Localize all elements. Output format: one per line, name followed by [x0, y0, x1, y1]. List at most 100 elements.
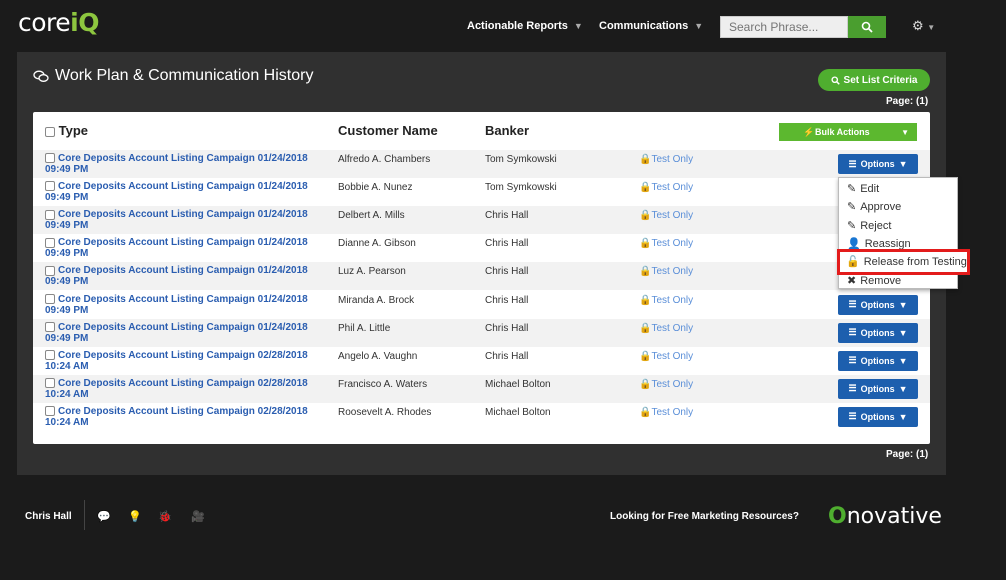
list-icon: ☰	[848, 327, 857, 338]
list-icon: ☰	[848, 158, 857, 169]
lock-icon: 🔒	[639, 182, 652, 194]
list-icon: ☰	[848, 383, 857, 394]
row-checkbox[interactable]	[45, 153, 55, 164]
status-badge: 🔒Test Only	[639, 294, 694, 306]
row-checkbox[interactable]	[45, 181, 55, 192]
banker-name: Chris Hall	[485, 350, 529, 362]
menu-item-edit[interactable]: ✎ Edit	[847, 182, 879, 196]
lock-icon: 🔒	[639, 238, 652, 250]
onovative-logo[interactable]: Onovative	[828, 504, 942, 529]
select-all-checkbox[interactable]	[45, 126, 55, 137]
search-button[interactable]	[848, 16, 886, 38]
lock-icon: 🔒	[639, 378, 652, 390]
nav-communications[interactable]: Communications ▼	[599, 20, 703, 32]
page-title: Work Plan & Communication History	[33, 67, 313, 85]
campaign-link[interactable]: Core Deposits Account Listing Campaign 0…	[45, 294, 335, 316]
footer-user-name[interactable]: Chris Hall	[25, 511, 72, 522]
table-row: Core Deposits Account Listing Campaign 0…	[33, 403, 930, 431]
pencil-icon: ✎	[847, 220, 857, 232]
row-checkbox[interactable]	[45, 237, 55, 248]
customer-name: Delbert A. Mills	[338, 210, 405, 222]
campaign-link[interactable]: Core Deposits Account Listing Campaign 0…	[45, 209, 335, 231]
customer-name: Miranda A. Brock	[338, 294, 415, 306]
release-from-testing-highlight[interactable]: 🔓 Release from Testing	[837, 249, 970, 275]
table-row: Core Deposits Account Listing Campaign 0…	[33, 262, 930, 291]
options-button[interactable]: ☰ Options ▼	[838, 406, 918, 427]
menu-item-release-from-testing[interactable]: 🔓 Release from Testing	[846, 255, 967, 269]
table-row: Core Deposits Account Listing Campaign 0…	[33, 374, 930, 403]
chevron-down-icon: ▼	[898, 355, 908, 366]
chat-icon[interactable]: 💬	[97, 510, 111, 523]
page-indicator-top[interactable]: Page: (1)	[886, 96, 928, 107]
header-customer-name: Customer Name	[338, 123, 438, 138]
lock-icon: 🔒	[639, 154, 652, 165]
menu-item-remove[interactable]: ✖ Remove	[847, 274, 901, 288]
nav-actionable-reports[interactable]: Actionable Reports ▼	[467, 20, 583, 32]
banker-name: Tom Symkowski	[485, 154, 557, 165]
campaign-link[interactable]: Core Deposits Account Listing Campaign 0…	[45, 153, 335, 175]
row-checkbox[interactable]	[45, 350, 55, 361]
row-checkbox[interactable]	[45, 406, 55, 417]
menu-item-reject[interactable]: ✎ Reject	[847, 219, 891, 233]
gear-icon: ⚙	[912, 18, 924, 33]
table-row: Core Deposits Account Listing Campaign 0…	[33, 234, 930, 262]
comments-icon	[33, 70, 49, 82]
campaign-link[interactable]: Core Deposits Account Listing Campaign 0…	[45, 181, 335, 203]
status-badge: 🔒Test Only	[639, 154, 694, 165]
campaign-link[interactable]: Core Deposits Account Listing Campaign 0…	[45, 322, 335, 344]
row-checkbox[interactable]	[45, 321, 55, 332]
status-badge: 🔒Test Only	[639, 210, 694, 222]
results-table: Type Customer Name Banker ⚡ Bulk Actions…	[33, 112, 930, 444]
row-checkbox[interactable]	[45, 378, 55, 389]
table-row: Core Deposits Account Listing Campaign 0…	[33, 206, 930, 235]
row-checkbox[interactable]	[45, 265, 55, 276]
banker-name: Chris Hall	[485, 322, 529, 334]
row-checkbox[interactable]	[45, 209, 55, 220]
campaign-link[interactable]: Core Deposits Account Listing Campaign 0…	[45, 406, 335, 428]
table-row: Core Deposits Account Listing Campaign 0…	[33, 178, 930, 206]
options-button[interactable]: ☰ Options ▼	[838, 294, 918, 315]
free-marketing-resources-link[interactable]: Looking for Free Marketing Resources?	[610, 511, 799, 522]
table-row: Core Deposits Account Listing Campaign 0…	[33, 291, 930, 319]
lightbulb-icon[interactable]: 💡	[128, 510, 142, 523]
page-indicator-bottom[interactable]: Page: (1)	[886, 449, 928, 460]
top-navbar: coreiQ Actionable Reports ▼ Communication…	[0, 0, 1006, 52]
campaign-link[interactable]: Core Deposits Account Listing Campaign 0…	[45, 378, 335, 400]
row-checkbox[interactable]	[45, 293, 55, 304]
search-input[interactable]	[720, 16, 848, 38]
banker-name: Chris Hall	[485, 210, 529, 222]
bolt-icon: ⚡	[803, 126, 815, 137]
pencil-icon: ✎	[847, 201, 857, 213]
pencil-icon: ✎	[847, 183, 857, 195]
options-button[interactable]: ☰ Options ▼	[838, 322, 918, 343]
banker-name: Tom Symkowski	[485, 182, 557, 194]
customer-name: Bobbie A. Nunez	[338, 182, 413, 194]
campaign-link[interactable]: Core Deposits Account Listing Campaign 0…	[45, 237, 335, 259]
chevron-down-icon: ▼	[898, 327, 908, 338]
campaign-link[interactable]: Core Deposits Account Listing Campaign 0…	[45, 350, 335, 372]
bulk-actions-button[interactable]: ⚡ Bulk Actions ▼	[779, 123, 917, 141]
header-banker: Banker	[485, 123, 530, 138]
customer-name: Francisco A. Waters	[338, 378, 428, 390]
status-badge: 🔒Test Only	[639, 378, 694, 390]
status-badge: 🔒Test Only	[639, 266, 694, 278]
options-button[interactable]: ☰ Options ▼	[838, 154, 918, 174]
menu-item-approve[interactable]: ✎ Approve	[847, 200, 901, 214]
settings-menu[interactable]: ⚙ ▼	[912, 18, 935, 34]
status-badge: 🔒Test Only	[639, 238, 694, 250]
customer-name: Angelo A. Vaughn	[338, 350, 418, 362]
set-list-criteria-button[interactable]: Set List Criteria	[818, 69, 930, 91]
lock-icon: 🔒	[639, 266, 652, 278]
options-button[interactable]: ☰ Options ▼	[838, 378, 918, 399]
chevron-down-icon: ▼	[694, 21, 704, 31]
chevron-down-icon: ▼	[898, 383, 908, 394]
coreiq-logo[interactable]: coreiQ	[18, 8, 99, 37]
options-button[interactable]: ☰ Options ▼	[838, 350, 918, 371]
chevron-down-icon: ▼	[901, 127, 909, 137]
campaign-link[interactable]: Core Deposits Account Listing Campaign 0…	[45, 265, 335, 287]
banker-name: Chris Hall	[485, 238, 529, 250]
banker-name: Chris Hall	[485, 266, 529, 278]
chevron-down-icon: ▼	[927, 23, 936, 32]
bug-icon[interactable]: 🐞	[158, 510, 172, 523]
video-icon[interactable]: 🎥	[191, 510, 205, 523]
